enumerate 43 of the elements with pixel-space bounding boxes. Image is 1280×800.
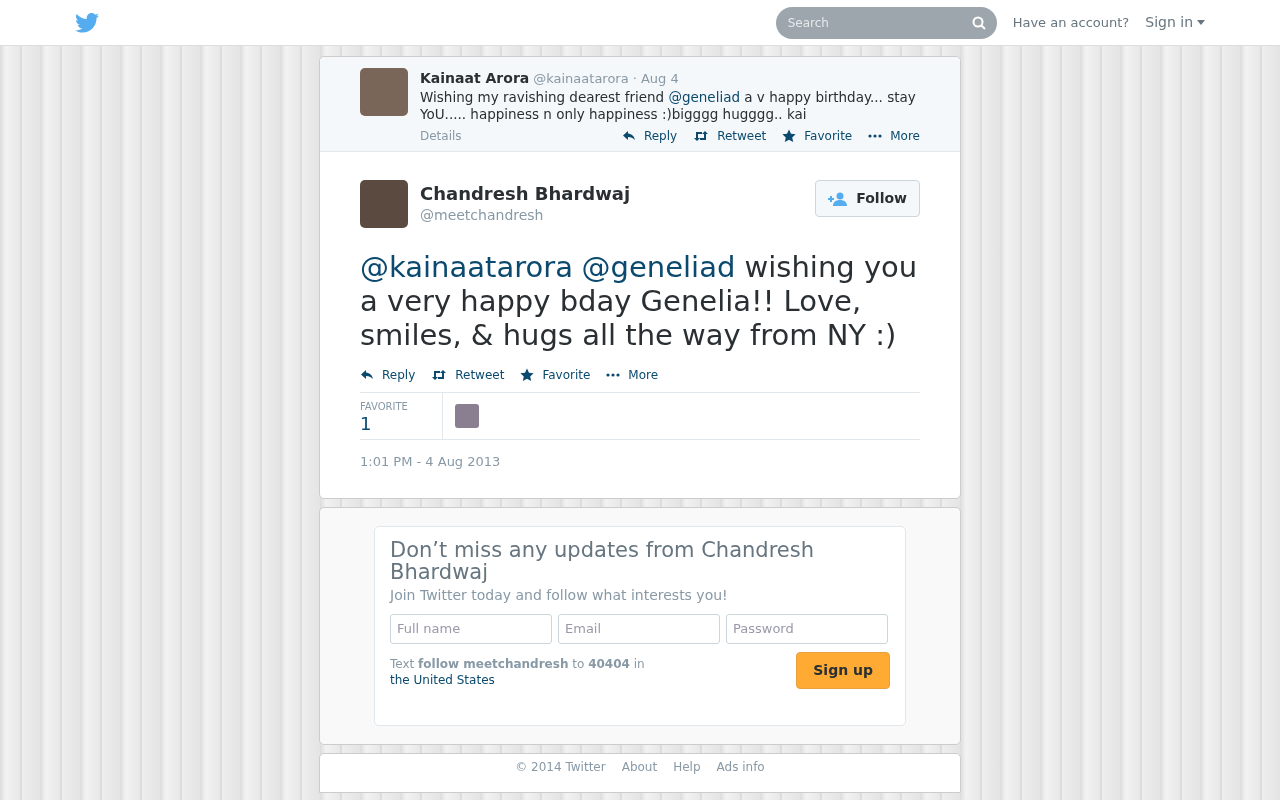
account-prompt: Have an account? bbox=[1012, 13, 1130, 32]
favorite-action[interactable]: Favorite bbox=[520, 366, 591, 384]
mention-link[interactable]: @geneliad bbox=[668, 89, 740, 105]
tweet-text: Wishing my ravishing dearest friend @geneliad a v happy birthday... stay YoU..... happiness n only happiness :)bigggg hugggg.. kai bbox=[420, 89, 917, 123]
sign-in-link[interactable]: Sign in bbox=[1145, 12, 1205, 33]
caret-icon bbox=[1197, 20, 1205, 25]
star-icon bbox=[782, 129, 797, 143]
follow-button[interactable]: Follow bbox=[815, 180, 920, 217]
signup-field[interactable]: Password bbox=[726, 613, 888, 644]
mention-link[interactable]: @geneliad bbox=[581, 250, 736, 284]
retweet-arrows-icon bbox=[431, 368, 448, 382]
author-name[interactable]: Chandresh Bhardwaj bbox=[420, 183, 631, 205]
timestamp: 1:01 PM - 4 Aug 2013 bbox=[360, 453, 502, 471]
favorite-action[interactable]: Favorite bbox=[782, 127, 853, 145]
retweet-arrows-icon bbox=[693, 129, 710, 143]
sign-up-button[interactable]: Sign up bbox=[796, 651, 890, 689]
retweet-action[interactable]: Retweet bbox=[693, 127, 767, 145]
retweet-action[interactable]: Retweet bbox=[431, 366, 505, 384]
avatar-photo-placeholder[interactable] bbox=[360, 180, 408, 228]
sms-instructions: Text follow meetchandresh to 40404 in the United States bbox=[390, 655, 646, 688]
reply-arrow-icon bbox=[360, 368, 374, 382]
bird-logo-icon[interactable] bbox=[75, 12, 99, 33]
mention-link[interactable]: @kainaatarora bbox=[360, 250, 573, 284]
signup-title: Don’t miss any updates from Chandresh Bhardwaj bbox=[390, 538, 816, 583]
reply-action[interactable]: Reply bbox=[360, 366, 416, 384]
star-icon bbox=[520, 368, 535, 382]
signup-field[interactable]: Email bbox=[558, 613, 720, 644]
avatar-photo-placeholder[interactable] bbox=[360, 68, 408, 116]
author-name[interactable]: Kainaat Arora bbox=[420, 68, 530, 89]
signup-field[interactable]: Full name bbox=[390, 613, 552, 644]
add-person-icon bbox=[828, 191, 849, 206]
reply-action[interactable]: Reply bbox=[621, 127, 678, 145]
more-action[interactable]: More bbox=[868, 127, 920, 145]
tweet-text: @kainaatarora @geneliad wishing you a very happy bday Genelia!! Love, smiles, & hugs all the way from NY :) bbox=[360, 250, 919, 352]
favorite-count[interactable]: 1 bbox=[360, 414, 442, 434]
reply-arrow-icon bbox=[621, 129, 636, 143]
avatar-photo-placeholder[interactable] bbox=[455, 404, 479, 428]
country-link[interactable]: the United States bbox=[390, 672, 495, 687]
search-field[interactable]: Search bbox=[775, 6, 997, 39]
search-icon[interactable] bbox=[971, 15, 986, 30]
stat-label: FAVORITE bbox=[360, 400, 409, 414]
signup-subtitle: Join Twitter today and follow what interests you! bbox=[390, 585, 729, 605]
more-action[interactable]: More bbox=[606, 366, 659, 384]
